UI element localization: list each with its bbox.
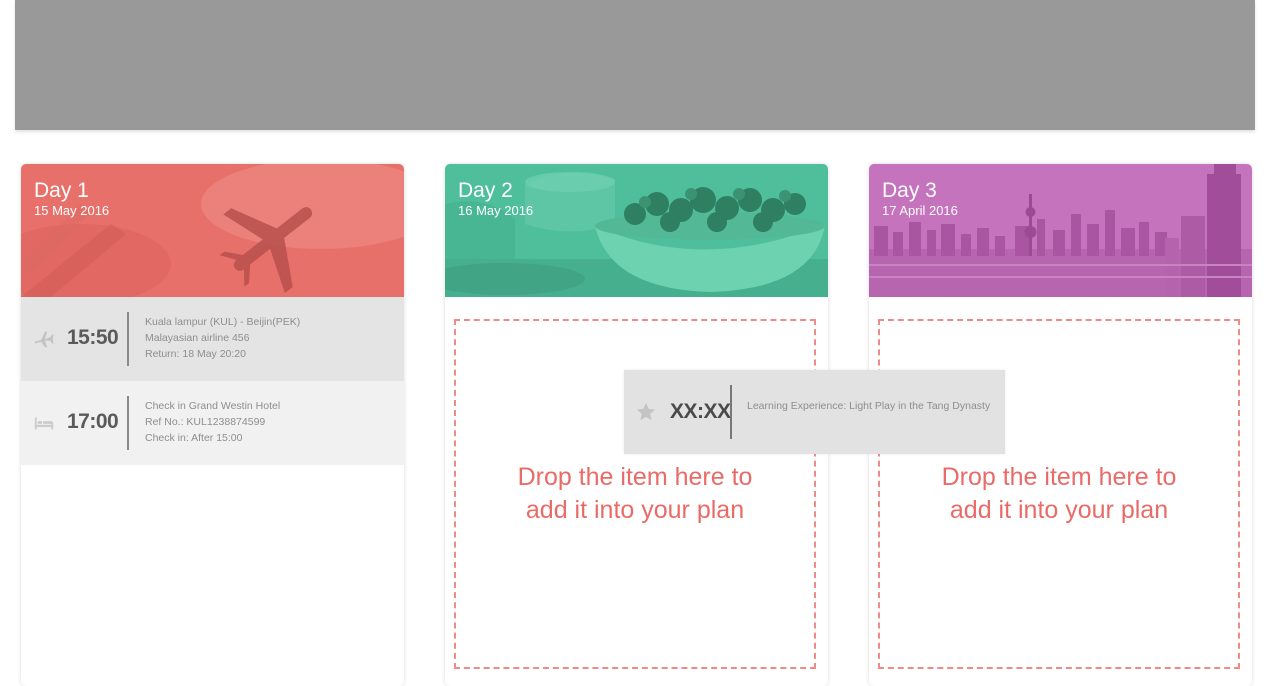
item-detail-line: Check in: After 15:00 [145,432,243,444]
item-detail-line: Return: 18 May 20:20 [145,348,246,360]
itinerary-item-flight[interactable]: 15:50 Kuala lampur (KUL) - Beijin(PEK) M… [21,297,404,381]
item-detail-line: Ref No.: KUL1238874599 [145,416,266,428]
itinerary-item-hotel[interactable]: 17:00 Check in Grand Westin Hotel Ref No… [21,381,404,465]
day-title: Day 2 [458,179,513,202]
day-title: Day 1 [34,179,89,202]
top-banner [15,0,1255,130]
dragged-activity-item[interactable]: XX:XX Learning Experience: Light Play in… [624,370,1005,454]
item-divider [127,396,129,450]
day-card-1: Day 1 15 May 2016 15:50 Kuala lampur (KU… [21,164,404,686]
item-time: XX:XX [670,400,731,423]
day-date: 15 May 2016 [34,203,110,218]
day-title: Day 3 [882,179,937,202]
drop-zone-text-line: Drop the item here to [517,463,753,491]
item-detail-line: Kuala lampur (KUL) - Beijin(PEK) [145,316,301,328]
item-divider [730,385,732,439]
airplane-icon [34,331,54,348]
day-date: 16 May 2016 [458,203,534,218]
bed-icon [34,417,54,430]
item-title: Learning Experience: Light Play in the T… [747,400,991,412]
drop-zone-text-line: add it into your plan [525,496,745,524]
star-icon [636,402,656,421]
drop-zone-text-line: add it into your plan [949,496,1169,524]
day-3-header: Day 3 17 April 2016 [869,164,1252,297]
item-time: 15:50 [67,326,119,349]
day-date: 17 April 2016 [882,203,958,218]
item-divider [127,312,129,366]
item-time: 17:00 [67,410,119,433]
drop-zone-text: Drop the item here to add it into your p… [456,461,814,527]
drop-zone-text-line: Drop the item here to [941,463,1177,491]
drop-zone-text: Drop the item here to add it into your p… [880,461,1238,527]
day-1-header: Day 1 15 May 2016 [21,164,404,297]
day-2-header: Day 2 16 May 2016 [445,164,828,297]
item-details: Check in Grand Westin Hotel Ref No.: KUL… [145,398,280,446]
item-details: Kuala lampur (KUL) - Beijin(PEK) Malayas… [145,314,300,362]
item-detail-line: Malayasian airline 456 [145,332,250,344]
item-detail-line: Check in Grand Westin Hotel [145,400,281,412]
